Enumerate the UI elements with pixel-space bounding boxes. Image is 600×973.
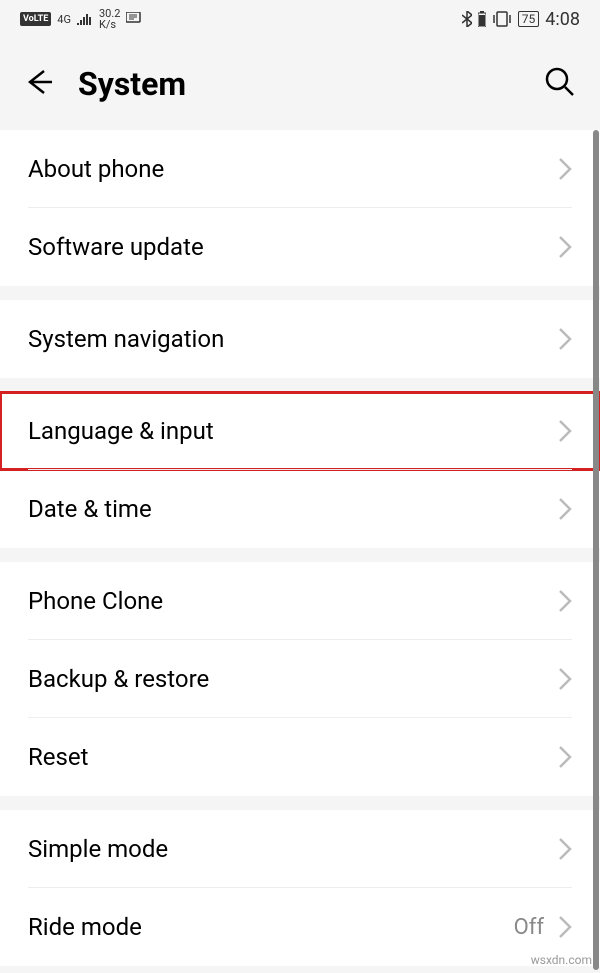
- signal-icon: [77, 13, 93, 25]
- battery2-icon: [478, 11, 486, 27]
- battery-level: 75: [518, 11, 540, 27]
- settings-item[interactable]: Ride modeOff: [0, 888, 600, 966]
- settings-item[interactable]: Backup & restore: [0, 640, 600, 718]
- settings-item[interactable]: Software update: [0, 208, 600, 286]
- back-button[interactable]: [24, 67, 54, 101]
- chevron-right-icon: [558, 497, 572, 521]
- scrollbar[interactable]: [593, 130, 599, 970]
- network-label: 4G: [57, 13, 71, 26]
- settings-item-label: About phone: [28, 155, 558, 183]
- clock: 4:08: [545, 9, 580, 30]
- settings-item[interactable]: Language & input: [0, 392, 600, 470]
- settings-item-label: Reset: [28, 743, 558, 771]
- settings-item-label: Software update: [28, 233, 558, 261]
- watermark: wsxdn.com: [531, 953, 592, 967]
- settings-item-label: Ride mode: [28, 913, 514, 941]
- settings-item[interactable]: About phone: [0, 130, 600, 208]
- header: System: [0, 38, 600, 130]
- chevron-right-icon: [558, 915, 572, 939]
- chevron-right-icon: [558, 327, 572, 351]
- settings-item-label: Backup & restore: [28, 665, 558, 693]
- chevron-right-icon: [558, 837, 572, 861]
- search-icon: [544, 66, 576, 98]
- back-arrow-icon: [24, 67, 54, 97]
- settings-item[interactable]: System navigation: [0, 300, 600, 378]
- chevron-right-icon: [558, 745, 572, 769]
- data-speed: 30.2 K/s: [99, 8, 120, 30]
- chevron-right-icon: [558, 157, 572, 181]
- page-title: System: [78, 65, 520, 103]
- settings-item-value: Off: [514, 915, 544, 940]
- settings-item-label: Phone Clone: [28, 587, 558, 615]
- settings-item-label: System navigation: [28, 325, 558, 353]
- settings-group: About phone Software update: [0, 130, 600, 286]
- settings-item[interactable]: Phone Clone: [0, 562, 600, 640]
- volte-badge: VoLTE: [20, 12, 51, 26]
- vibrate-icon: [492, 11, 512, 27]
- settings-item-label: Date & time: [28, 495, 558, 523]
- chevron-right-icon: [558, 419, 572, 443]
- status-right: 75 4:08: [462, 9, 580, 30]
- settings-group: Phone Clone Backup & restore Reset: [0, 562, 600, 796]
- status-bar: VoLTE 4G 30.2 K/s 75 4:08: [0, 0, 600, 38]
- chevron-right-icon: [558, 589, 572, 613]
- settings-group: Simple mode Ride modeOff: [0, 810, 600, 966]
- bluetooth-icon: [462, 11, 472, 27]
- settings-item-label: Language & input: [28, 417, 558, 445]
- sms-icon: [126, 12, 142, 26]
- settings-item[interactable]: Simple mode: [0, 810, 600, 888]
- settings-item-label: Simple mode: [28, 835, 558, 863]
- settings-item[interactable]: Reset: [0, 718, 600, 796]
- settings-group: Language & input Date & time: [0, 392, 600, 548]
- settings-item[interactable]: Date & time: [0, 470, 600, 548]
- settings-group: System navigation: [0, 300, 600, 378]
- settings-list: About phone Software update System navigat…: [0, 130, 600, 966]
- search-button[interactable]: [544, 66, 576, 102]
- chevron-right-icon: [558, 667, 572, 691]
- chevron-right-icon: [558, 235, 572, 259]
- status-left: VoLTE 4G 30.2 K/s: [20, 8, 142, 30]
